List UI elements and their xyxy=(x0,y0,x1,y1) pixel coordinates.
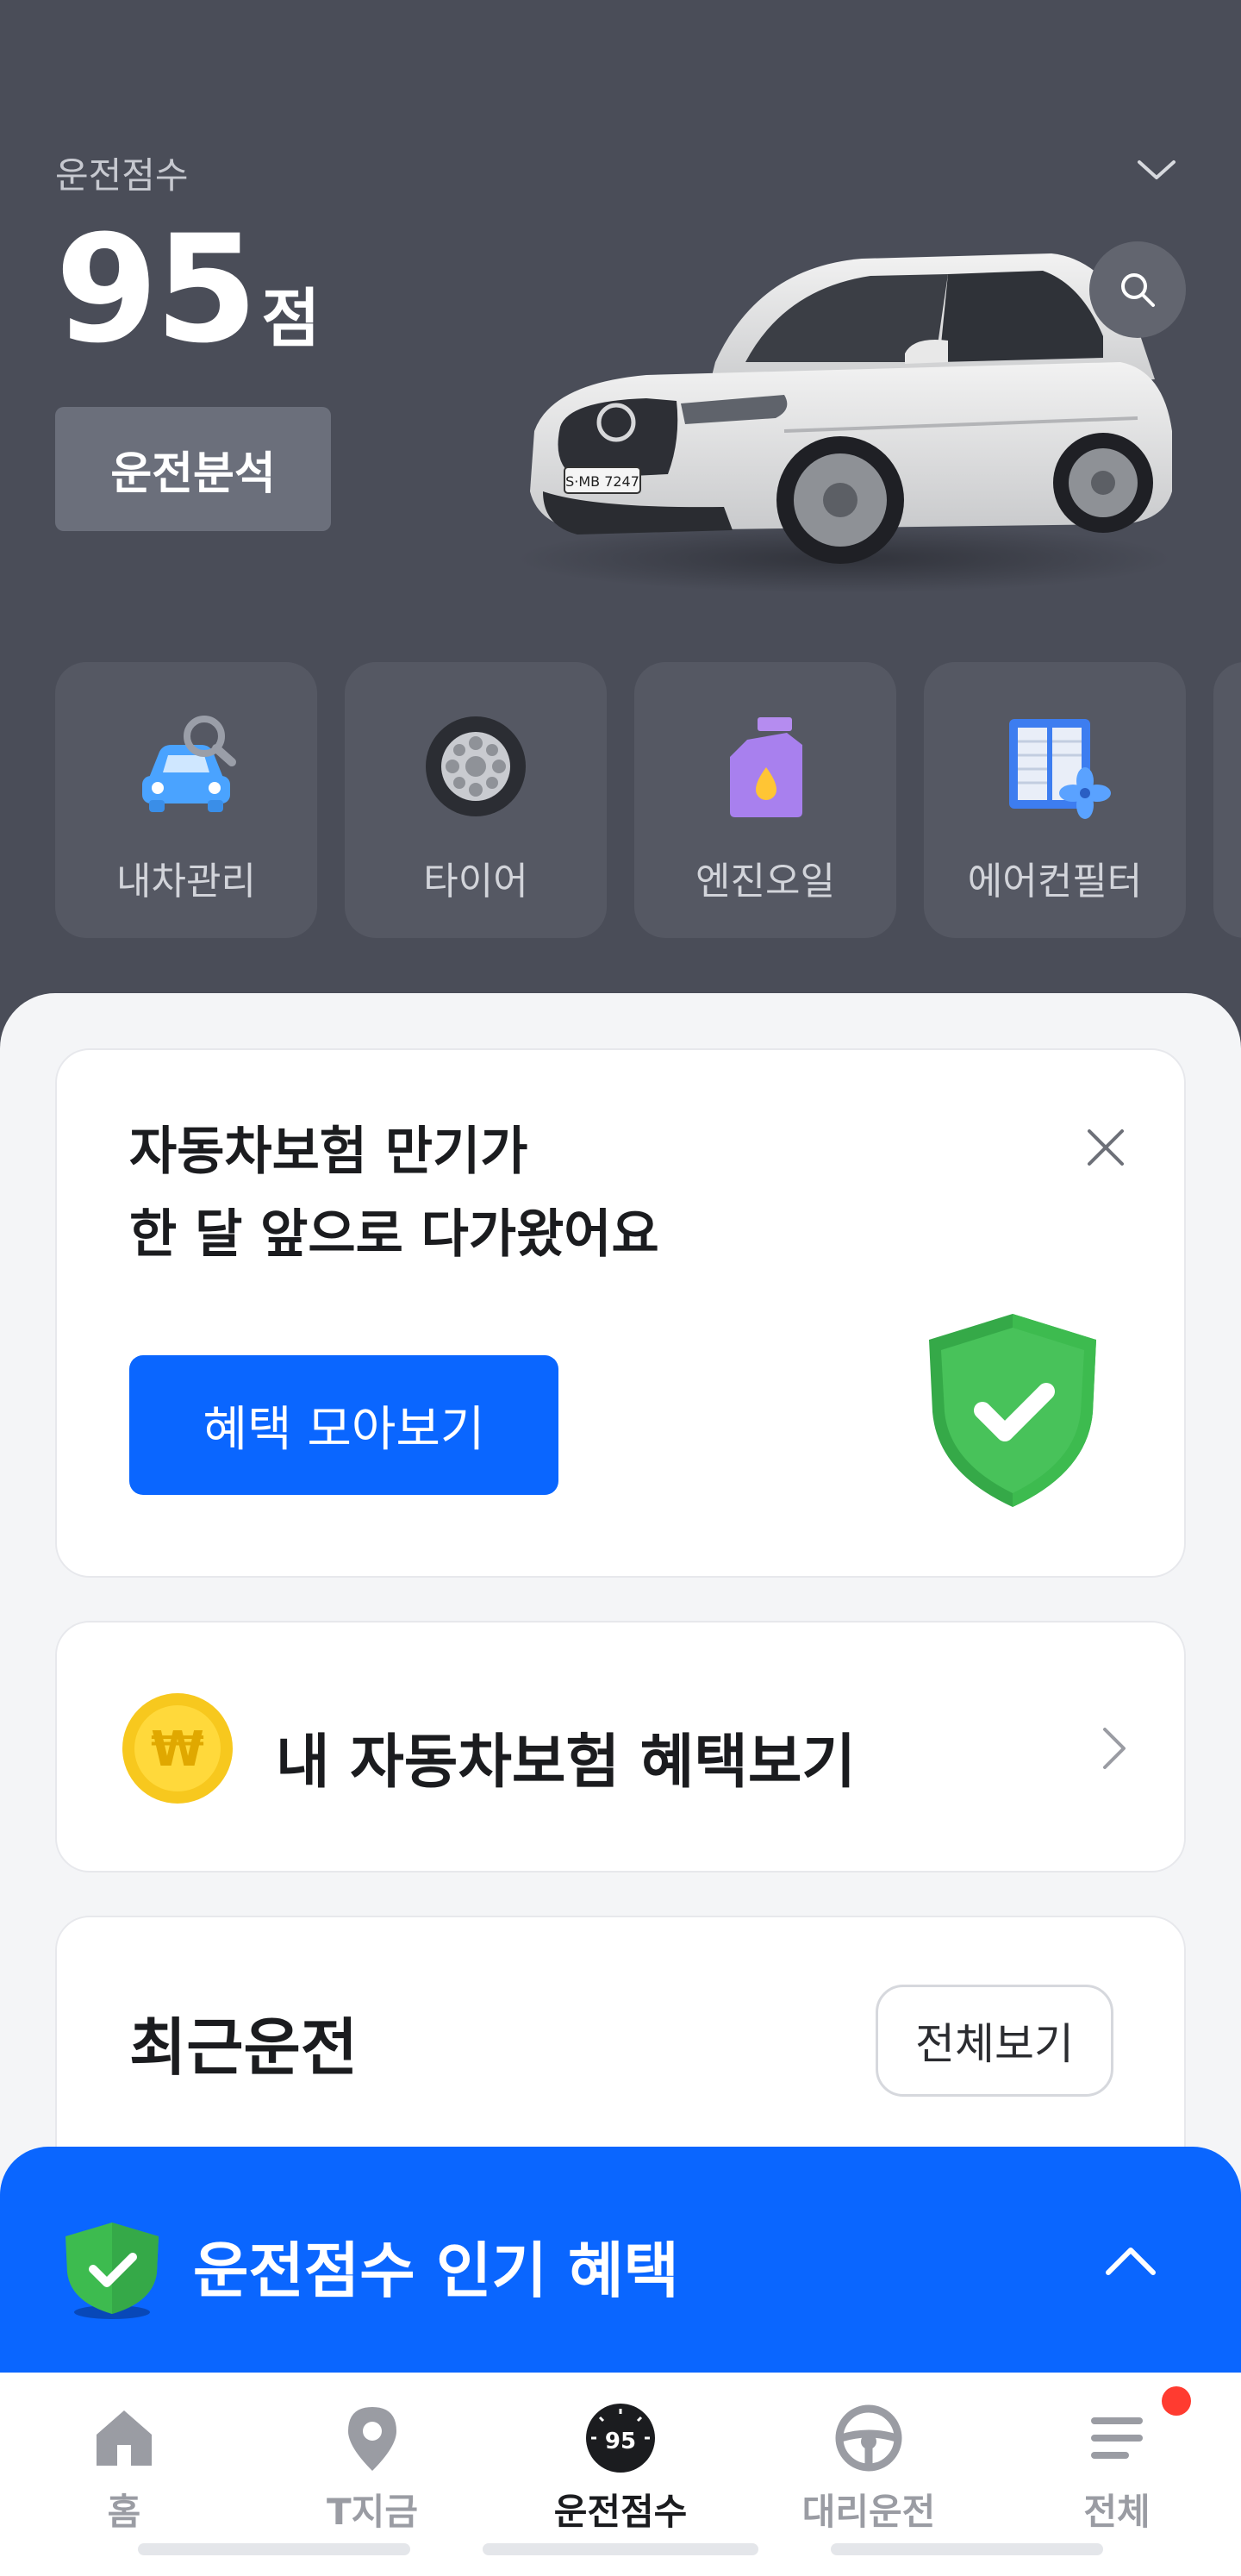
search-button[interactable] xyxy=(1089,241,1186,338)
tile-engine-oil[interactable]: 엔진오일 xyxy=(634,662,896,938)
menu-icon xyxy=(1091,2417,1143,2459)
coin-symbol: ₩ xyxy=(151,1722,204,1778)
tile-label: 에어컨필터 xyxy=(967,860,1143,903)
tire-icon xyxy=(426,716,526,816)
score-display: 95 점 xyxy=(55,216,320,364)
nav-label: 대리운전 xyxy=(801,2491,936,2533)
close-icon[interactable] xyxy=(1076,1117,1136,1178)
nav-score-badge: 95 xyxy=(605,2429,636,2454)
collect-benefits-button[interactable]: 혜택 모아보기 xyxy=(129,1355,558,1495)
won-coin-icon: ₩ xyxy=(122,1693,233,1804)
chevron-down-icon[interactable] xyxy=(1132,147,1181,195)
score-unit: 점 xyxy=(261,282,321,356)
tile-tire[interactable]: 타이어 xyxy=(345,662,607,938)
insurance-benefit-label: 내 자동차보험 혜택보기 xyxy=(276,1729,856,1797)
nav-label: T지금 xyxy=(327,2491,418,2533)
shield-check-icon xyxy=(65,2223,159,2319)
popular-benefits-bar[interactable]: 운전점수 인기 혜택 xyxy=(0,2147,1241,2373)
popular-benefits-label: 운전점수 인기 혜택 xyxy=(193,2235,679,2306)
gesture-bar-segment xyxy=(483,2543,758,2555)
shield-check-icon xyxy=(929,1314,1096,1507)
tile-label: 타이어 xyxy=(423,860,528,903)
car-plate-text: S·MB 7247 xyxy=(565,473,639,490)
expire-title-line1: 자동차보험 만기가 xyxy=(129,1122,528,1182)
home-icon xyxy=(97,2410,152,2466)
chevron-right-icon xyxy=(1103,1728,1126,1769)
tile-label: 엔진오일 xyxy=(695,860,835,903)
notification-dot xyxy=(1162,2386,1191,2416)
expire-title: 자동차보험 만기가 한 달 앞으로 다가왔어요 xyxy=(129,1110,659,1276)
expire-title-line2: 한 달 앞으로 다가왔어요 xyxy=(129,1204,659,1265)
steering-wheel-icon xyxy=(835,2404,902,2472)
gesture-bar-segment xyxy=(138,2543,410,2555)
car-image: S·MB 7247 xyxy=(517,253,1172,593)
tile-car-care[interactable]: 내차관리 xyxy=(55,662,317,938)
insurance-benefit-card[interactable]: ₩ 내 자동차보험 혜택보기 xyxy=(55,1621,1186,1873)
driving-score-icon: 95 xyxy=(586,2404,655,2473)
driving-score-header: 운전점수 95 점 운전분석 S·MB 7247 내차관리 타이어 엔진오일 에… xyxy=(0,0,1241,1000)
score-label: 운전점수 xyxy=(55,154,189,197)
view-all-button[interactable]: 전체보기 xyxy=(876,1985,1113,2097)
tile-next-peek[interactable] xyxy=(1213,662,1241,938)
chevron-up-icon[interactable] xyxy=(1100,2229,1162,2292)
search-icon xyxy=(1121,273,1155,307)
driving-analysis-button[interactable]: 운전분석 xyxy=(55,407,331,531)
nav-label: 운전점수 xyxy=(553,2491,688,2533)
score-value: 95 xyxy=(55,203,258,376)
recent-driving-title: 최근운전 xyxy=(129,2011,358,2084)
tile-aircon-filter[interactable]: 에어컨필터 xyxy=(924,662,1186,938)
quick-menu: 내차관리 타이어 엔진오일 에어컨필터 xyxy=(55,662,1186,938)
insurance-expire-card: 자동차보험 만기가 한 달 앞으로 다가왔어요 혜택 모아보기 xyxy=(55,1048,1186,1578)
gesture-bar-segment xyxy=(831,2543,1103,2555)
nav-label: 전체 xyxy=(1083,2491,1151,2533)
car-search-icon xyxy=(142,716,236,812)
location-pin-icon xyxy=(348,2407,396,2471)
nav-label: 홈 xyxy=(107,2491,141,2533)
engine-oil-icon xyxy=(730,717,802,817)
tile-label: 내차관리 xyxy=(116,860,256,903)
aircon-filter-icon xyxy=(1009,719,1111,819)
